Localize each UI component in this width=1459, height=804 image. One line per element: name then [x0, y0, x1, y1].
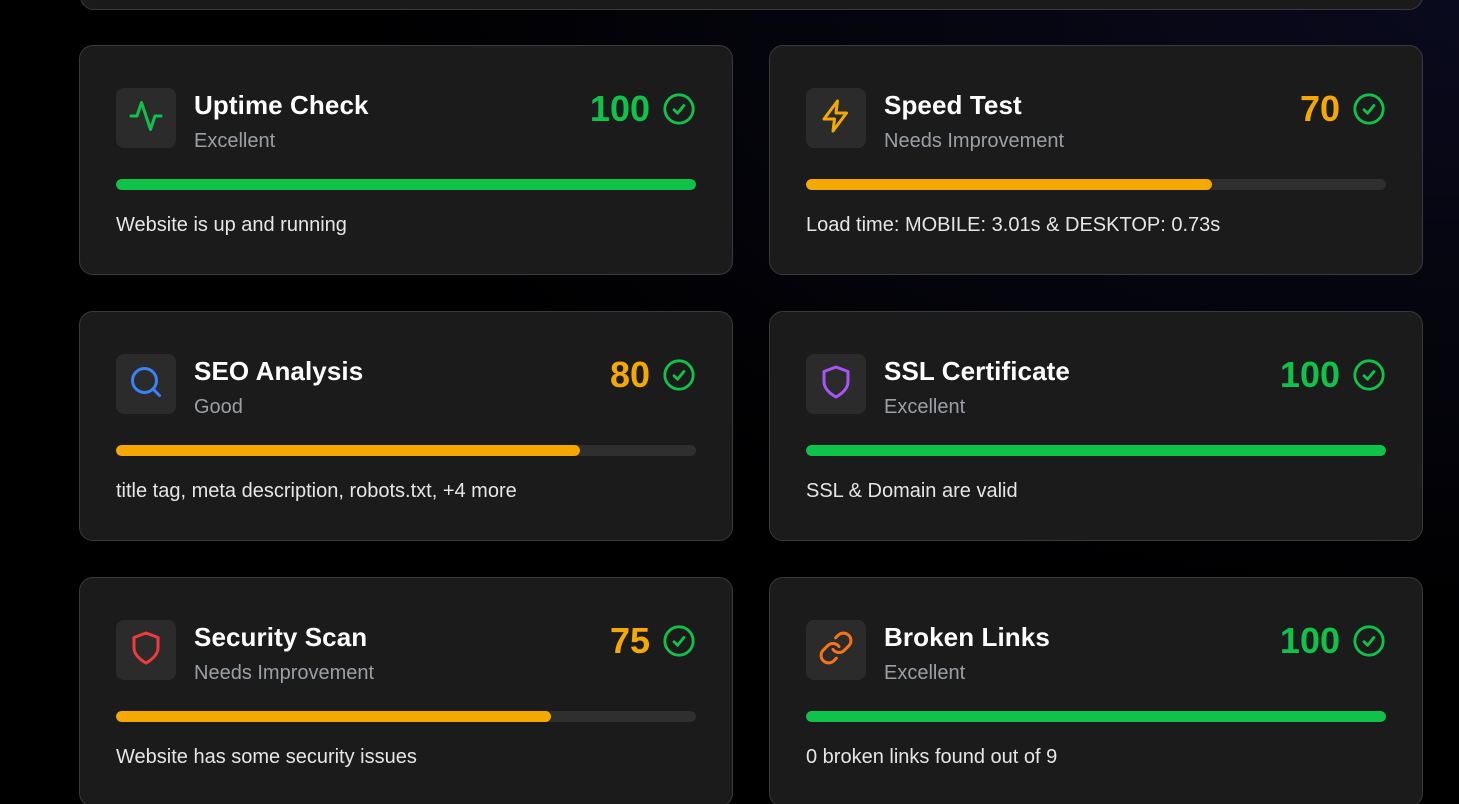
- score-group: 100: [590, 88, 696, 130]
- progress-fill: [806, 711, 1386, 722]
- card-icon-box: [806, 620, 866, 680]
- card-score: 100: [1279, 354, 1340, 395]
- score-group: 100: [1280, 354, 1386, 396]
- link-icon: [818, 630, 854, 671]
- card-score: 80: [609, 354, 650, 395]
- card-status: Excellent: [884, 662, 966, 684]
- check-card: Speed Test Needs Improvement 70 Load tim…: [769, 45, 1423, 275]
- lightning-icon: [818, 98, 854, 139]
- check-circle-icon: [662, 358, 696, 392]
- checks-grid: Uptime Check Excellent 100 Website is up…: [79, 45, 1423, 804]
- progress-fill: [116, 445, 580, 456]
- search-icon: [128, 364, 164, 405]
- score-group: 75: [610, 620, 696, 662]
- check-circle-icon: [1352, 358, 1386, 392]
- card-detail: Load time: MOBILE: 3.01s & DESKTOP: 0.73…: [806, 214, 1221, 236]
- card-detail: Website has some security issues: [116, 746, 417, 768]
- score-group: 100: [1280, 620, 1386, 662]
- card-status: Excellent: [884, 396, 966, 418]
- progress-bar: [116, 711, 696, 722]
- card-icon-box: [806, 354, 866, 414]
- card-icon-box: [116, 88, 176, 148]
- check-card: Broken Links Excellent 100 0 broken link…: [769, 577, 1423, 804]
- progress-fill: [806, 179, 1212, 190]
- card-icon-box: [806, 88, 866, 148]
- card-score: 75: [609, 620, 650, 661]
- check-card: Uptime Check Excellent 100 Website is up…: [79, 45, 733, 275]
- card-title: Uptime Check: [194, 90, 369, 120]
- card-title: SEO Analysis: [194, 356, 364, 386]
- check-card: SEO Analysis Good 80 title tag, meta des…: [79, 311, 733, 541]
- progress-fill: [806, 445, 1386, 456]
- card-title: Broken Links: [884, 622, 1050, 652]
- card-title: Security Scan: [194, 622, 368, 652]
- score-group: 80: [610, 354, 696, 396]
- progress-bar: [116, 445, 696, 456]
- card-detail: 0 broken links found out of 9: [806, 746, 1058, 768]
- card-status: Needs Improvement: [194, 662, 375, 684]
- shield-icon: [818, 364, 854, 405]
- check-card: SSL Certificate Excellent 100 SSL & Doma…: [769, 311, 1423, 541]
- check-circle-icon: [1352, 624, 1386, 658]
- check-circle-icon: [1352, 92, 1386, 126]
- progress-fill: [116, 179, 696, 190]
- check-circle-icon: [662, 624, 696, 658]
- check-circle-icon: [662, 92, 696, 126]
- card-score: 100: [589, 88, 650, 129]
- progress-fill: [116, 711, 551, 722]
- card-icon-box: [116, 620, 176, 680]
- card-status: Excellent: [194, 130, 276, 152]
- check-card: Security Scan Needs Improvement 75 Websi…: [79, 577, 733, 804]
- card-score: 100: [1279, 620, 1340, 661]
- card-title: Speed Test: [884, 90, 1022, 120]
- card-detail: Website is up and running: [116, 214, 347, 236]
- score-group: 70: [1300, 88, 1386, 130]
- progress-bar: [116, 179, 696, 190]
- progress-bar: [806, 711, 1386, 722]
- card-detail: title tag, meta description, robots.txt,…: [116, 480, 517, 502]
- progress-bar: [806, 179, 1386, 190]
- card-status: Good: [194, 396, 243, 418]
- card-title: SSL Certificate: [884, 356, 1070, 386]
- top-summary-card: [80, 0, 1423, 10]
- shield-alert-icon: [128, 630, 164, 671]
- card-score: 70: [1299, 88, 1340, 129]
- card-icon-box: [116, 354, 176, 414]
- activity-icon: [128, 98, 164, 139]
- card-detail: SSL & Domain are valid: [806, 480, 1018, 502]
- progress-bar: [806, 445, 1386, 456]
- card-status: Needs Improvement: [884, 130, 1065, 152]
